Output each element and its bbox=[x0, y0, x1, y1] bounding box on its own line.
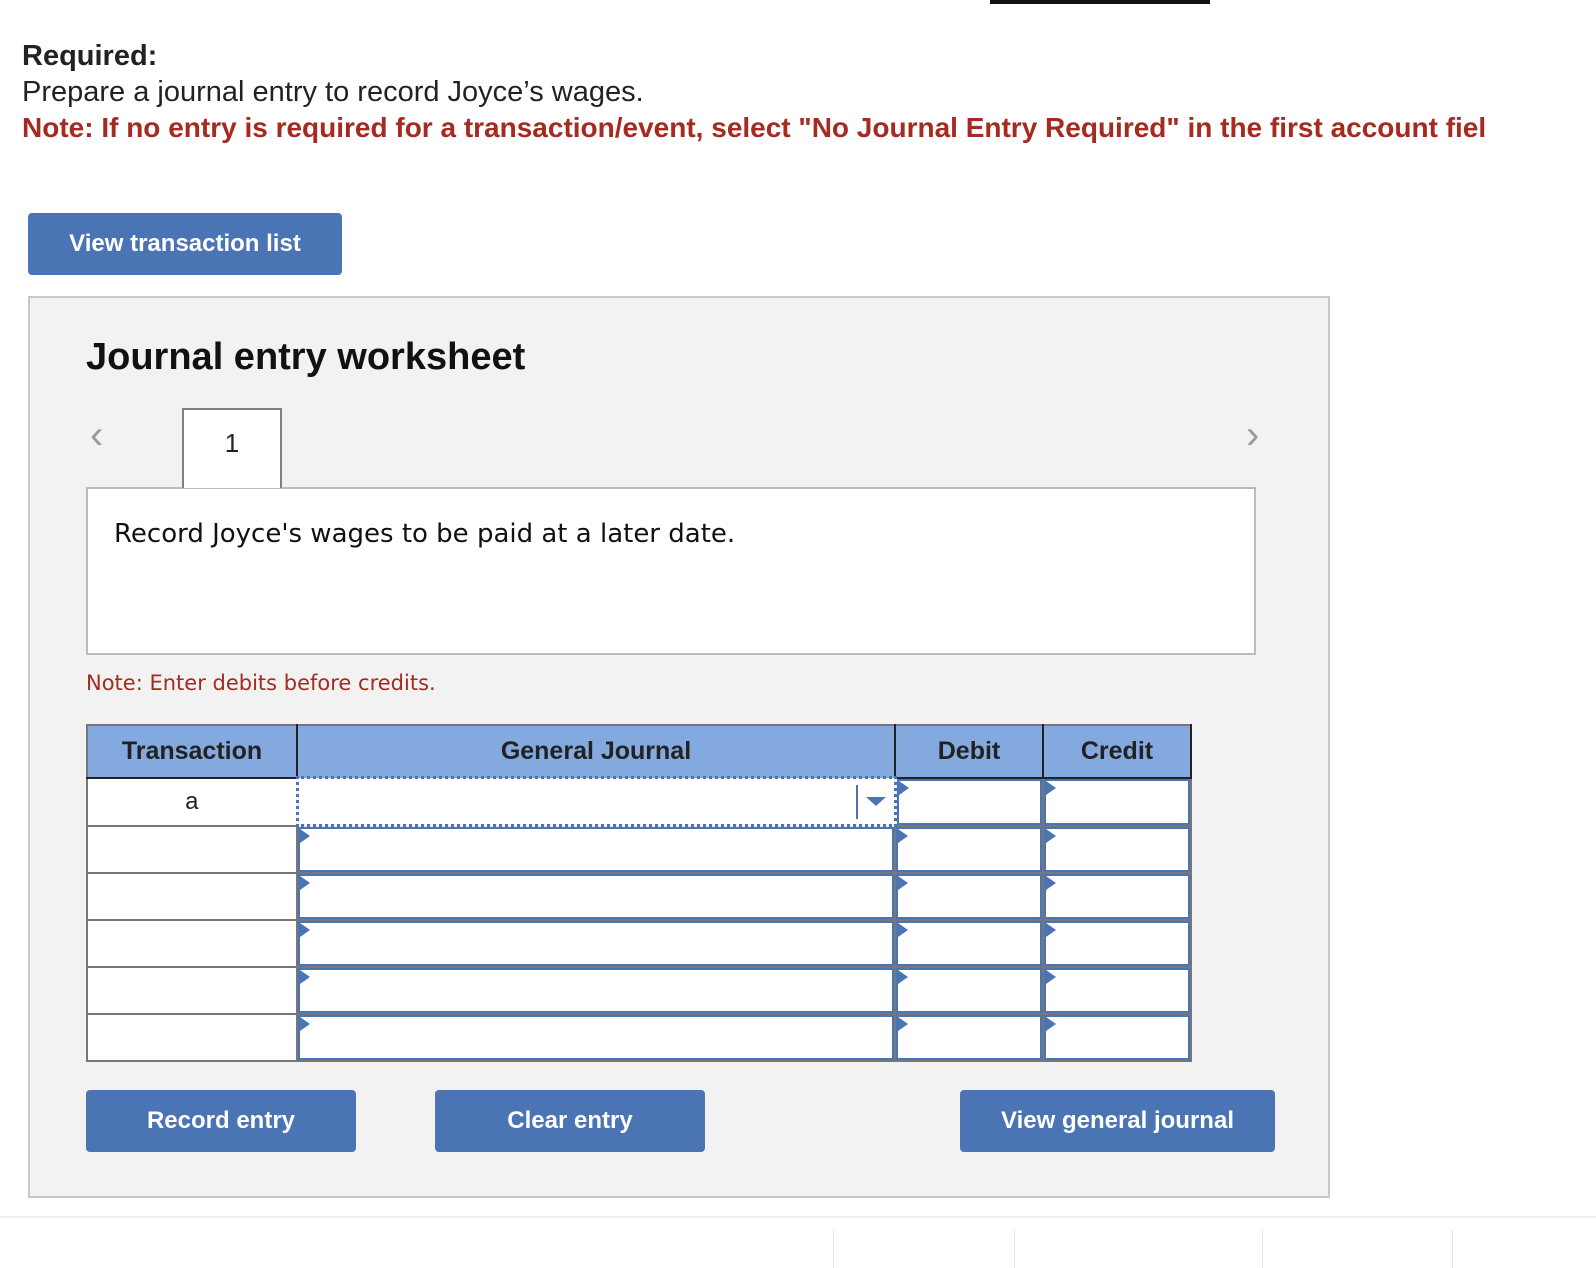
credit-input[interactable] bbox=[1042, 1013, 1192, 1062]
debit-input[interactable] bbox=[894, 919, 1044, 968]
transaction-description: Record Joyce's wages to be paid at a lat… bbox=[114, 519, 736, 549]
chevron-right-icon[interactable]: › bbox=[1246, 415, 1259, 455]
record-entry-button[interactable]: Record entry bbox=[86, 1090, 356, 1152]
account-select[interactable] bbox=[296, 872, 896, 921]
view-general-journal-button[interactable]: View general journal bbox=[960, 1090, 1275, 1152]
debit-input[interactable] bbox=[894, 824, 1044, 874]
credit-input[interactable] bbox=[1042, 966, 1192, 1015]
worksheet-title: Journal entry worksheet bbox=[86, 336, 526, 378]
required-heading: Required: bbox=[22, 40, 158, 72]
cell-marker-icon bbox=[1046, 1017, 1056, 1031]
account-select[interactable] bbox=[296, 919, 896, 968]
cell-marker-icon bbox=[898, 970, 908, 984]
transaction-cell: a bbox=[86, 776, 298, 827]
journal-row: a bbox=[86, 776, 1192, 827]
footer-separator bbox=[833, 1230, 834, 1268]
cell-marker-icon bbox=[898, 923, 908, 937]
cell-marker-icon bbox=[1046, 780, 1056, 795]
journal-row bbox=[86, 1013, 1192, 1062]
journal-entry-worksheet: Journal entry worksheet ‹ › 1 Record Joy… bbox=[28, 296, 1330, 1198]
cell-marker-icon bbox=[1046, 923, 1056, 937]
debit-input[interactable] bbox=[894, 872, 1044, 921]
chevron-down-icon[interactable] bbox=[865, 797, 886, 806]
clear-entry-button[interactable]: Clear entry bbox=[435, 1090, 705, 1152]
view-transaction-list-button[interactable]: View transaction list bbox=[28, 213, 342, 275]
required-instruction: Prepare a journal entry to record Joyce’… bbox=[22, 76, 644, 108]
dropdown-separator bbox=[855, 785, 858, 819]
cell-marker-icon bbox=[898, 780, 909, 795]
journal-row bbox=[86, 872, 1192, 921]
cell-marker-icon bbox=[1046, 828, 1056, 843]
debit-input[interactable] bbox=[894, 966, 1044, 1015]
top-divider bbox=[990, 0, 1210, 4]
account-select[interactable] bbox=[296, 966, 896, 1015]
debit-input[interactable] bbox=[894, 776, 1044, 827]
transaction-description-box: Record Joyce's wages to be paid at a lat… bbox=[86, 487, 1256, 655]
debits-credits-note: Note: Enter debits before credits. bbox=[86, 671, 436, 695]
credit-input[interactable] bbox=[1042, 919, 1192, 968]
cell-marker-icon bbox=[898, 876, 908, 890]
footer-divider bbox=[0, 1216, 1596, 1218]
cell-marker-icon bbox=[300, 829, 310, 843]
cell-marker-icon bbox=[300, 970, 310, 984]
transaction-cell bbox=[86, 1013, 298, 1062]
journal-header-row: Transaction General Journal Debit Credit bbox=[86, 724, 1192, 779]
transaction-cell bbox=[86, 824, 298, 874]
account-select[interactable] bbox=[295, 776, 897, 827]
transaction-cell bbox=[86, 872, 298, 921]
footer-separator bbox=[1014, 1230, 1015, 1268]
cell-marker-icon bbox=[300, 876, 310, 890]
chevron-left-icon[interactable]: ‹ bbox=[90, 415, 103, 455]
header-general-journal: General Journal bbox=[296, 724, 896, 779]
worksheet-tab-1[interactable]: 1 bbox=[182, 408, 282, 488]
required-note: Note: If no entry is required for a tran… bbox=[22, 112, 1487, 143]
debit-input[interactable] bbox=[894, 1013, 1044, 1062]
transaction-cell bbox=[86, 966, 298, 1015]
footer-separator bbox=[1262, 1230, 1263, 1268]
account-select[interactable] bbox=[296, 824, 896, 874]
header-transaction: Transaction bbox=[86, 724, 298, 779]
header-debit: Debit bbox=[894, 724, 1044, 779]
journal-row bbox=[86, 824, 1192, 874]
account-select[interactable] bbox=[296, 1013, 896, 1062]
journal-row bbox=[86, 966, 1192, 1015]
header-credit: Credit bbox=[1042, 724, 1192, 779]
cell-marker-icon bbox=[300, 1017, 310, 1031]
credit-input[interactable] bbox=[1042, 872, 1192, 921]
journal-row bbox=[86, 919, 1192, 968]
credit-input[interactable] bbox=[1042, 824, 1192, 874]
cell-marker-icon bbox=[898, 828, 908, 843]
credit-input[interactable] bbox=[1042, 776, 1192, 827]
footer-separator bbox=[1452, 1230, 1453, 1268]
cell-marker-icon bbox=[1046, 876, 1056, 890]
cell-marker-icon bbox=[898, 1017, 908, 1031]
journal-table: Transaction General Journal Debit Credit… bbox=[86, 724, 1192, 1062]
cell-marker-icon bbox=[300, 923, 310, 937]
cell-marker-icon bbox=[1046, 970, 1056, 984]
transaction-cell bbox=[86, 919, 298, 968]
